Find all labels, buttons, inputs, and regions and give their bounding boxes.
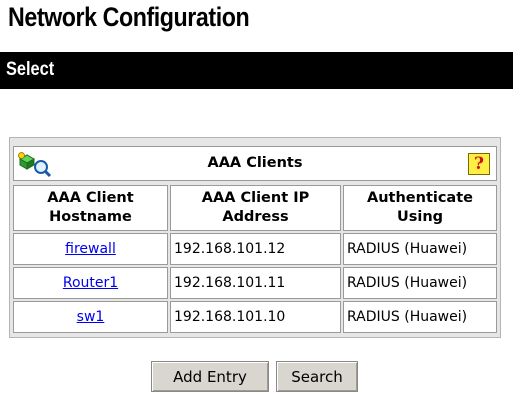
table-row-auth-cell: RADIUS (Huawei) [343,233,497,265]
add-entry-button[interactable]: Add Entry [151,361,269,392]
column-header-hostname: AAA Client Hostname [13,185,168,231]
section-header-bar: Select [0,52,513,89]
table-row-hostname-cell: firewall [13,233,168,265]
table-row-hostname-cell: sw1 [13,301,168,333]
search-button[interactable]: Search [276,361,358,392]
aaa-clients-table: AAA Clients ? AAA Client Hostname AAA Cli… [9,137,501,338]
table-row-auth-cell: RADIUS (Huawei) [343,301,497,333]
client-ip: 192.168.101.12 [174,241,286,257]
column-header-ip-address: AAA Client IP Address [170,185,341,231]
client-link-router1[interactable]: Router1 [14,275,167,291]
table-title-row: AAA Clients ? [13,146,497,181]
client-ip: 192.168.101.10 [174,309,286,325]
table-row-hostname-cell: Router1 [13,267,168,299]
page-title: Network Configuration [8,2,250,32]
client-link-sw1[interactable]: sw1 [14,309,167,325]
table-row-auth-cell: RADIUS (Huawei) [343,267,497,299]
client-link-firewall[interactable]: firewall [14,241,167,257]
client-auth: RADIUS (Huawei) [347,275,468,291]
table-row-ip-cell: 192.168.101.12 [170,233,341,265]
table-title: AAA Clients [207,155,303,171]
help-icon[interactable]: ? [468,153,490,175]
client-ip: 192.168.101.11 [174,275,286,291]
table-row-ip-cell: 192.168.101.11 [170,267,341,299]
column-header-authenticate: Authenticate Using [343,185,497,231]
table-row-ip-cell: 192.168.101.10 [170,301,341,333]
client-auth: RADIUS (Huawei) [347,309,468,325]
section-title: Select [6,59,55,80]
client-auth: RADIUS (Huawei) [347,241,468,257]
